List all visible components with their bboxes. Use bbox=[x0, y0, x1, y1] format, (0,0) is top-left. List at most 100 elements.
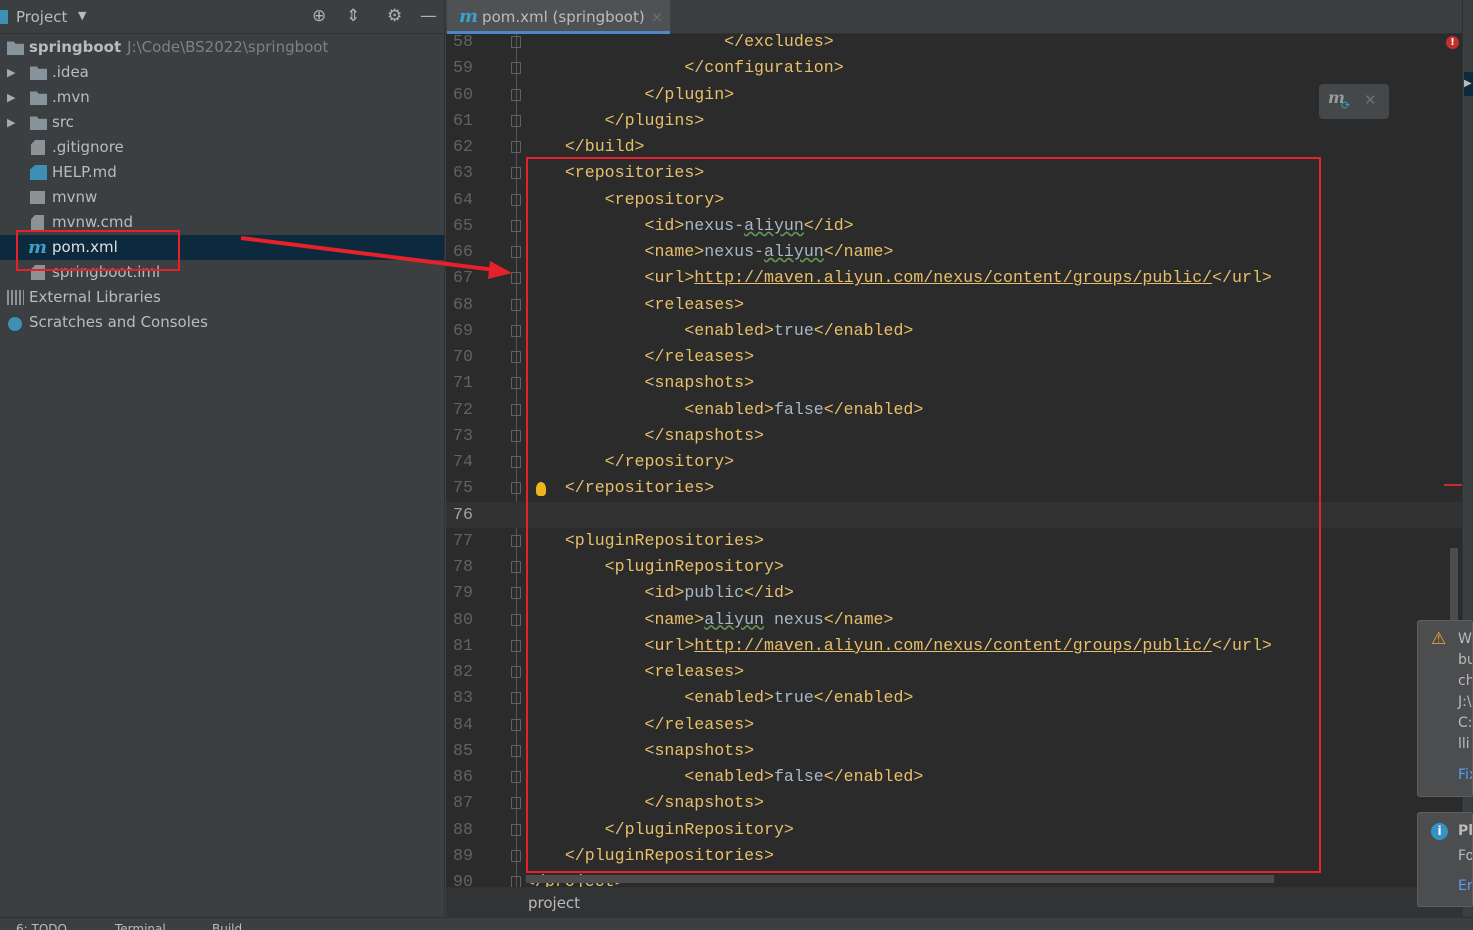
fold-marker-icon[interactable] bbox=[511, 88, 521, 101]
fold-marker-icon[interactable] bbox=[511, 246, 521, 258]
fold-marker-icon[interactable] bbox=[511, 167, 521, 180]
fold-marker-icon[interactable] bbox=[511, 272, 521, 285]
markdown-file-icon bbox=[30, 165, 47, 180]
code-text: </configuration> bbox=[525, 55, 843, 81]
folder-icon bbox=[30, 66, 47, 80]
tree-item-gitignore[interactable]: .gitignore bbox=[0, 135, 444, 160]
tree-item-mvn[interactable]: ▶ .mvn bbox=[0, 85, 444, 110]
fold-marker-icon[interactable] bbox=[511, 639, 521, 652]
maven-reload-popup: m ⟳ ✕ bbox=[1319, 84, 1389, 119]
line-number: 59 bbox=[453, 58, 473, 78]
line-number: 77 bbox=[453, 530, 473, 550]
expand-arrow-icon[interactable]: ▶ bbox=[7, 85, 15, 110]
code-line[interactable]: 60 </plugin> bbox=[446, 82, 1462, 108]
build-tool-button[interactable]: Build bbox=[212, 922, 242, 930]
line-number: 72 bbox=[453, 399, 473, 419]
fold-marker-icon[interactable] bbox=[511, 377, 521, 390]
locate-icon[interactable]: ⊕ bbox=[312, 6, 326, 26]
fold-marker-icon[interactable] bbox=[511, 744, 521, 757]
line-number: 66 bbox=[453, 242, 473, 261]
warning-icon: ⚠ bbox=[1431, 629, 1447, 649]
expand-arrow-icon[interactable]: ▶ bbox=[7, 110, 15, 135]
notification-text: lli bbox=[1458, 736, 1470, 752]
breadcrumb-item[interactable]: project bbox=[528, 894, 580, 912]
project-view-selector[interactable]: Project bbox=[16, 8, 67, 26]
tree-item-src[interactable]: ▶ src bbox=[0, 110, 444, 135]
close-tab-icon[interactable]: × bbox=[651, 8, 664, 26]
maven-tool-window-button[interactable]: ▶ bbox=[1464, 72, 1473, 96]
tree-item-scratches[interactable]: Scratches and Consoles bbox=[0, 310, 444, 335]
info-icon: i bbox=[1431, 823, 1448, 840]
line-number: 79 bbox=[453, 583, 473, 603]
line-number: 68 bbox=[453, 294, 473, 314]
fold-marker-icon[interactable] bbox=[511, 534, 521, 547]
code-line[interactable]: 61 </plugins> bbox=[446, 108, 1462, 134]
enable-link[interactable]: En bbox=[1458, 878, 1472, 894]
line-number: 70 bbox=[453, 347, 473, 366]
collapse-all-icon[interactable]: ⇕ bbox=[346, 6, 360, 26]
fold-marker-icon[interactable] bbox=[511, 692, 521, 705]
tree-item-idea[interactable]: ▶ .idea bbox=[0, 60, 444, 85]
line-number: 80 bbox=[453, 609, 473, 629]
tool-window-bar: 6: TODO Terminal Build bbox=[0, 917, 1473, 930]
fold-marker-icon[interactable] bbox=[511, 849, 521, 862]
fold-marker-icon[interactable] bbox=[511, 298, 521, 311]
gear-icon[interactable]: ⚙ bbox=[387, 6, 402, 26]
fold-marker-icon[interactable] bbox=[511, 403, 521, 416]
root-path: J:\Code\BS2022\springboot bbox=[127, 38, 329, 56]
fold-marker-icon[interactable] bbox=[511, 482, 521, 495]
breadcrumb: project bbox=[446, 887, 1462, 917]
tree-item-help-md[interactable]: HELP.md bbox=[0, 160, 444, 185]
fold-marker-icon[interactable] bbox=[511, 561, 521, 573]
fold-marker-icon[interactable] bbox=[511, 114, 521, 127]
notification-text: W bbox=[1458, 631, 1472, 647]
fold-marker-icon[interactable] bbox=[511, 587, 521, 600]
fold-marker-icon[interactable] bbox=[511, 718, 521, 731]
horizontal-scrollbar[interactable] bbox=[526, 875, 1274, 883]
code-line[interactable]: 58 </excludes> bbox=[446, 29, 1462, 55]
todo-tool-button[interactable]: 6: TODO bbox=[16, 922, 67, 930]
fold-marker-icon[interactable] bbox=[511, 36, 521, 48]
minimize-icon[interactable]: — bbox=[420, 6, 437, 26]
code-line[interactable]: 59 </configuration> bbox=[446, 55, 1462, 81]
fold-marker-icon[interactable] bbox=[511, 193, 521, 206]
annotation-box-code bbox=[526, 157, 1321, 873]
code-token: </excludes> bbox=[724, 32, 834, 51]
fold-marker-icon[interactable] bbox=[511, 823, 521, 836]
fold-marker-icon[interactable] bbox=[511, 456, 521, 468]
fold-marker-icon[interactable] bbox=[511, 324, 521, 337]
fold-marker-icon[interactable] bbox=[511, 797, 521, 810]
fold-marker-icon[interactable] bbox=[511, 429, 521, 442]
fold-marker-icon[interactable] bbox=[511, 351, 521, 363]
fold-marker-icon[interactable] bbox=[511, 666, 521, 678]
vertical-scrollbar[interactable] bbox=[1450, 548, 1458, 628]
tree-item-label: .gitignore bbox=[52, 138, 124, 156]
maven-icon: m bbox=[459, 6, 479, 27]
fold-marker-icon[interactable] bbox=[511, 62, 521, 75]
project-view-icon bbox=[0, 10, 8, 24]
fold-marker-icon[interactable] bbox=[511, 141, 521, 153]
module-folder-icon bbox=[7, 41, 24, 55]
chevron-down-icon[interactable]: ▼ bbox=[78, 9, 86, 22]
warning-notification: ⚠ W bu ch J:\ C:\ lli Fix bbox=[1417, 620, 1473, 797]
code-token: </build> bbox=[564, 137, 645, 156]
scratches-icon bbox=[8, 317, 22, 331]
fold-marker-icon[interactable] bbox=[511, 219, 521, 232]
line-number: 62 bbox=[453, 137, 473, 156]
expand-arrow-icon[interactable]: ▶ bbox=[7, 60, 15, 85]
tree-root-springboot[interactable]: springboot J:\Code\BS2022\springboot bbox=[0, 35, 444, 60]
fold-marker-icon[interactable] bbox=[511, 771, 521, 783]
line-number: 88 bbox=[453, 819, 473, 839]
fold-marker-icon[interactable] bbox=[511, 876, 521, 887]
fix-link[interactable]: Fix bbox=[1458, 767, 1472, 783]
tree-item-external-libraries[interactable]: External Libraries bbox=[0, 285, 444, 310]
project-panel-header: Project ▼ ⊕ ⇕ ⚙ — bbox=[0, 0, 444, 34]
error-indicator-icon[interactable]: ! bbox=[1446, 36, 1459, 49]
tab-label: pom.xml (springboot) bbox=[482, 8, 645, 26]
error-stripe-marker[interactable] bbox=[1444, 484, 1462, 486]
terminal-tool-button[interactable]: Terminal bbox=[115, 922, 166, 930]
close-icon[interactable]: ✕ bbox=[1364, 91, 1377, 109]
libraries-icon bbox=[7, 290, 24, 305]
fold-marker-icon[interactable] bbox=[511, 613, 521, 626]
tree-item-mvnw[interactable]: mvnw bbox=[0, 185, 444, 210]
